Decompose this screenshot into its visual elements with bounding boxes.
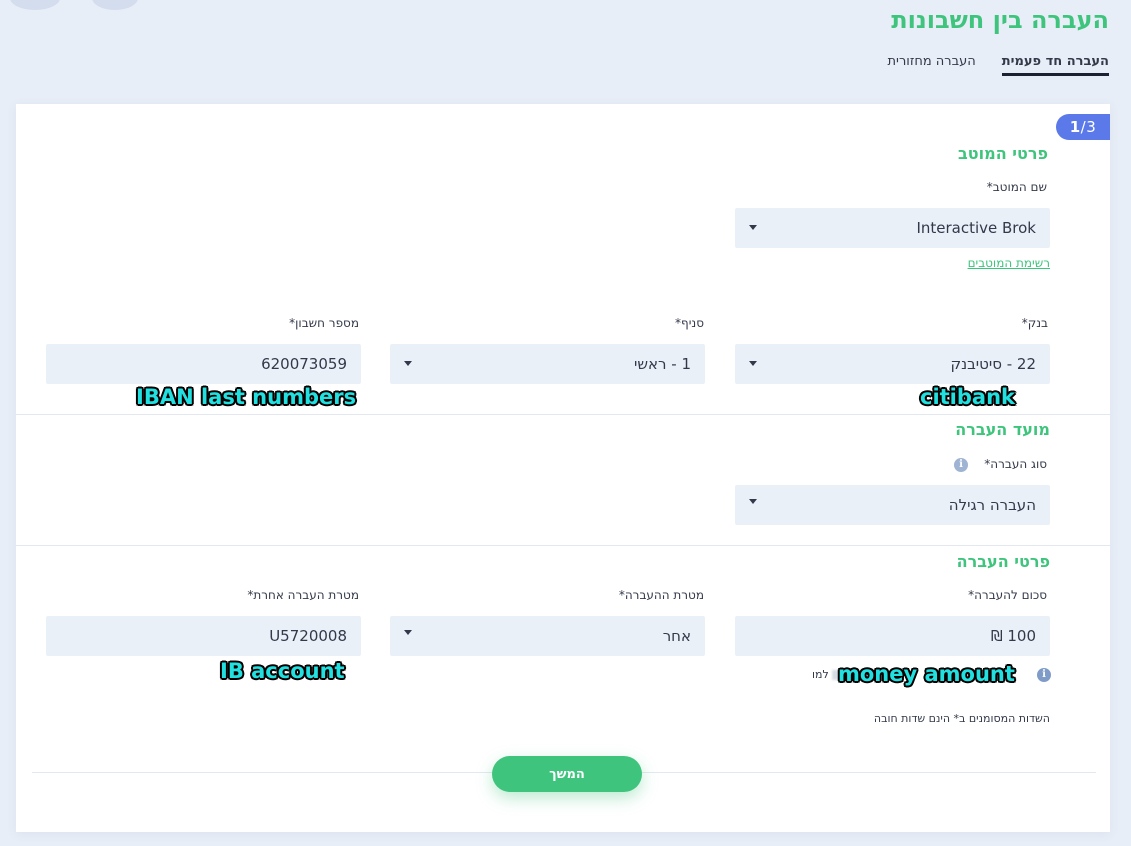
- step-current: 1: [1069, 118, 1081, 136]
- amount-field[interactable]: [735, 616, 1050, 656]
- annotation-iban: IBAN last numbers: [136, 385, 357, 409]
- purpose-value: אחר: [662, 627, 691, 645]
- chevron-down-icon: [404, 361, 412, 366]
- bank-select[interactable]: 22 - סיטיבנק: [735, 344, 1050, 384]
- transfer-tabs: העברה חד פעמית העברה מחזורית: [888, 54, 1109, 76]
- background-blob-left: [10, 0, 60, 10]
- account-number-label: מספר חשבון*: [289, 316, 359, 330]
- account-number-input[interactable]: [60, 344, 347, 384]
- transfer-type-label: סוג העברה*: [984, 457, 1047, 471]
- tab-one-time-transfer[interactable]: העברה חד פעמית: [1001, 54, 1109, 76]
- branch-value: 1 - ראשי: [634, 355, 691, 373]
- amount-label: סכום להעברה*: [968, 588, 1047, 602]
- bank-value: 22 - סיטיבנק: [950, 355, 1036, 373]
- transfer-details-section-title: פרטי העברה: [956, 552, 1050, 571]
- chevron-down-icon: [749, 361, 757, 366]
- info-icon[interactable]: i: [954, 458, 968, 472]
- purpose-label: מטרת ההעברה*: [618, 588, 704, 602]
- beneficiary-section-title: פרטי המוטב: [958, 144, 1048, 163]
- annotation-account: IB account: [220, 659, 345, 683]
- beneficiaries-list-link[interactable]: רשימת המוטבים: [968, 256, 1050, 270]
- continue-button[interactable]: המשך: [492, 756, 642, 792]
- chevron-down-icon: [749, 499, 757, 504]
- annotation-amount: money amount: [838, 662, 1015, 686]
- chevron-down-icon: [749, 225, 757, 230]
- amount-hint-text: למו: [812, 668, 829, 681]
- other-purpose-label: מטרת העברה אחרת*: [247, 588, 359, 602]
- transfer-type-value: העברה רגילה: [948, 496, 1036, 514]
- amount-input[interactable]: [749, 616, 1036, 656]
- transfer-type-select[interactable]: העברה רגילה: [735, 485, 1050, 525]
- beneficiary-name-select[interactable]: Interactive Brok: [735, 208, 1050, 248]
- step-total: /3: [1080, 118, 1097, 136]
- background-blob-right: [92, 0, 138, 10]
- annotation-bank: citibank: [920, 385, 1016, 409]
- tab-recurring-transfer[interactable]: העברה מחזורית: [888, 54, 976, 76]
- info-icon[interactable]: i: [1037, 668, 1051, 682]
- section-divider-1: [16, 414, 1110, 415]
- branch-label: סניף*: [675, 316, 704, 330]
- beneficiary-name-label: שם המוטב*: [986, 180, 1047, 194]
- page-title: העברה בין חשבונות: [891, 6, 1109, 34]
- beneficiary-name-value: Interactive Brok: [916, 219, 1036, 237]
- required-fields-note: השדות המסומנים ב* הינם שדות חובה: [873, 712, 1050, 725]
- bank-label: בנק*: [1021, 316, 1048, 330]
- section-divider-2: [16, 545, 1110, 546]
- other-purpose-field[interactable]: [46, 616, 361, 656]
- account-number-field[interactable]: [46, 344, 361, 384]
- transfer-form-card: 1/3 פרטי המוטב שם המוטב* Interactive Bro…: [16, 104, 1110, 832]
- purpose-select[interactable]: אחר: [390, 616, 705, 656]
- step-indicator: 1/3: [1056, 114, 1110, 140]
- schedule-section-title: מועד העברה: [955, 420, 1050, 439]
- chevron-down-icon: [404, 630, 412, 635]
- branch-select[interactable]: 1 - ראשי: [390, 344, 705, 384]
- other-purpose-input[interactable]: [60, 616, 347, 656]
